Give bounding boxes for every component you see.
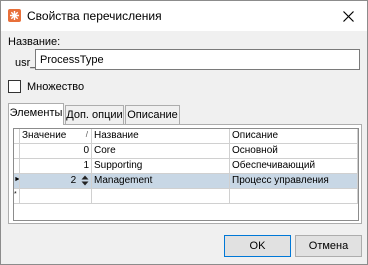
- close-icon[interactable]: [342, 10, 354, 22]
- multi-checkbox-row[interactable]: Множество: [8, 80, 84, 93]
- row-value-cell[interactable]: 0: [20, 144, 92, 159]
- cancel-button[interactable]: Отмена: [295, 235, 362, 257]
- row-value-cell[interactable]: 2: [71, 175, 77, 186]
- row-description-cell[interactable]: Процесс управления: [230, 174, 358, 189]
- tab-extra-options[interactable]: Доп. опции: [65, 105, 124, 124]
- multi-checkbox-label: Множество: [27, 80, 85, 93]
- new-row-description-cell[interactable]: [230, 189, 358, 204]
- grid-header-row: Значение / Название Описание: [14, 129, 358, 144]
- new-row[interactable]: *: [14, 189, 358, 204]
- row-name-cell[interactable]: Management: [92, 174, 230, 189]
- column-header-value-label: Значение: [22, 130, 67, 141]
- row-value-cell[interactable]: 1: [20, 159, 92, 174]
- new-row-name-cell[interactable]: [92, 189, 230, 204]
- row-value-editor[interactable]: 2: [20, 174, 92, 189]
- spinner-arrows-icon[interactable]: [81, 175, 89, 186]
- tab-description[interactable]: Описание: [125, 105, 180, 124]
- row-description-cell[interactable]: Обеспечивающий: [230, 159, 358, 174]
- elements-grid[interactable]: Значение / Название Описание 0 Core Осно…: [13, 128, 359, 221]
- title-bar: Свойства перечисления: [1, 1, 367, 31]
- app-icon: [8, 9, 21, 22]
- window-title: Свойства перечисления: [27, 9, 162, 23]
- row-name-cell[interactable]: Supporting: [92, 159, 230, 174]
- column-header-name[interactable]: Название: [92, 129, 230, 144]
- close-button[interactable]: [329, 1, 367, 31]
- tab-elements[interactable]: Элементы: [8, 103, 64, 125]
- row-description-cell[interactable]: Основной: [230, 144, 358, 159]
- table-row[interactable]: 1 Supporting Обеспечивающий: [14, 159, 358, 174]
- column-header-value[interactable]: Значение /: [20, 129, 92, 144]
- name-input[interactable]: [35, 49, 360, 70]
- elements-panel: Значение / Название Описание 0 Core Осно…: [8, 124, 362, 224]
- column-header-description[interactable]: Описание: [230, 129, 358, 144]
- ok-button[interactable]: OK: [224, 235, 291, 257]
- name-label: Название:: [8, 36, 61, 48]
- table-row-selected[interactable]: ► 2 Management Процесс управления: [14, 174, 358, 189]
- name-prefix: usr_: [15, 57, 37, 69]
- multi-checkbox[interactable]: [8, 80, 21, 93]
- enum-properties-dialog: Свойства перечисления Название: usr_ Мно…: [0, 0, 368, 265]
- sort-icon: /: [85, 130, 88, 139]
- table-row[interactable]: 0 Core Основной: [14, 144, 358, 159]
- new-row-value-cell[interactable]: [20, 189, 92, 204]
- row-name-cell[interactable]: Core: [92, 144, 230, 159]
